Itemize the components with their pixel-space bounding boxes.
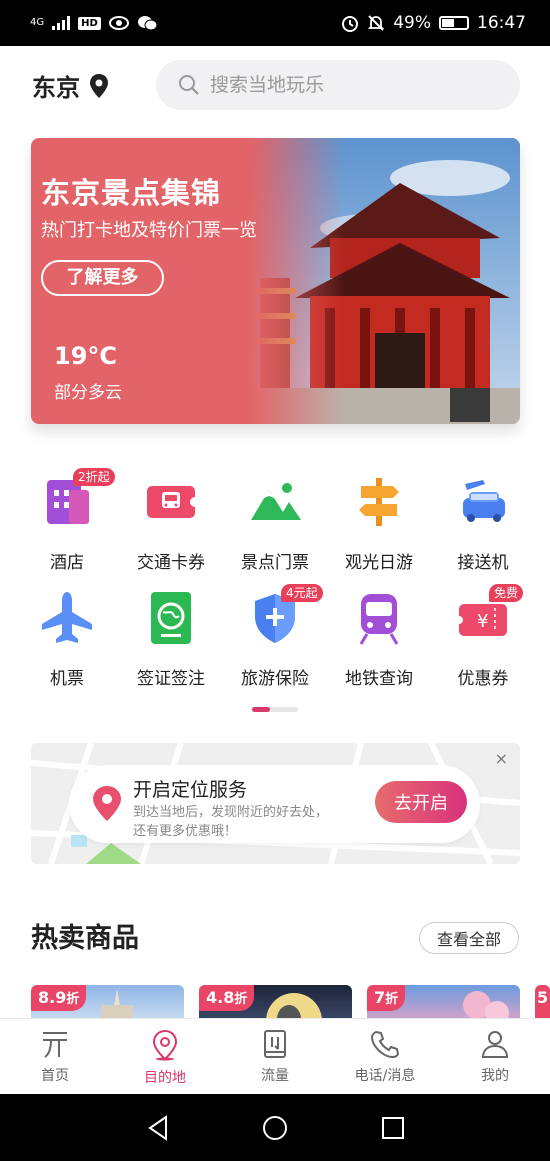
banner-title: 东京景点集锦 — [41, 176, 222, 210]
product-card[interactable]: 7折 — [367, 985, 520, 1021]
view-all-button[interactable]: 查看全部 — [419, 922, 519, 954]
product-card[interactable]: 5 — [535, 985, 550, 1021]
home-icon — [43, 1032, 67, 1058]
city-selector[interactable]: 东京 — [32, 68, 110, 103]
category-label: 接送机 — [457, 553, 509, 573]
tab-data[interactable]: 流量 — [220, 1029, 330, 1085]
enable-location-button[interactable]: 去开启 — [375, 781, 467, 823]
promo-banner[interactable]: 东京景点集锦 热门打卡地及特价门票一览 了解更多 19°C 部分多云 — [31, 138, 520, 424]
subway-icon — [359, 594, 399, 645]
tab-destination[interactable]: 目的地 — [110, 1029, 220, 1087]
system-nav-bar — [0, 1094, 550, 1161]
learn-more-button[interactable]: 了解更多 — [41, 260, 164, 296]
wechat-icon — [137, 16, 157, 31]
discount-tag: 5 — [535, 985, 550, 1011]
location-service-card: × 开启定位服务 到达当地后，发现附近的好去处， 还有更多优惠哦！ 去开启 — [31, 743, 520, 864]
temple-photo — [250, 138, 520, 424]
network-type: 4G — [30, 17, 45, 28]
category-label: 签证签注 — [137, 669, 205, 689]
location-description: 到达当地后，发现附近的好去处， 还有更多优惠哦！ — [133, 805, 329, 839]
airport-transfer-icon — [463, 480, 505, 522]
signpost-icon — [359, 478, 399, 526]
recents-icon[interactable] — [379, 1114, 407, 1142]
product-card[interactable]: 4.8折 — [199, 985, 352, 1021]
clock: 16:47 — [477, 13, 526, 33]
category-flight[interactable]: 机票 — [15, 590, 119, 689]
bottom-tab-bar: 首页 目的地 流量 电话/消息 我的 — [0, 1018, 550, 1094]
discount-tag: 8.9折 — [31, 985, 87, 1011]
category-label: 地铁查询 — [345, 669, 413, 689]
transit-ticket-icon — [147, 486, 200, 518]
category-insurance[interactable]: 4元起 旅游保险 — [223, 584, 327, 689]
battery-percent: 49% — [393, 13, 431, 33]
location-title: 开启定位服务 — [133, 779, 248, 801]
hot-section-title: 热卖商品 — [31, 923, 139, 954]
location-pin-icon — [152, 1029, 178, 1061]
category-badge: 免费 — [489, 584, 524, 602]
passport-icon — [151, 592, 191, 644]
category-badge: 4元起 — [281, 584, 323, 602]
category-label: 景点门票 — [241, 553, 309, 573]
category-label: 酒店 — [50, 553, 84, 573]
data-card-icon — [264, 1030, 286, 1058]
svg-text:¥: ¥ — [477, 611, 488, 632]
category-subway[interactable]: 地铁查询 — [327, 590, 431, 689]
signal-icon — [52, 16, 71, 30]
status-bar: 4G HD 49% 16:47 — [0, 0, 550, 46]
location-pin-icon — [90, 73, 108, 98]
category-badge: 2折起 — [73, 468, 115, 486]
search-icon — [179, 75, 199, 95]
category-transit[interactable]: 交通卡券 — [119, 474, 223, 573]
category-daytour[interactable]: 观光日游 — [327, 474, 431, 573]
category-label: 机票 — [50, 669, 84, 689]
home-circle-icon[interactable] — [261, 1114, 289, 1142]
tab-phone[interactable]: 电话/消息 — [330, 1029, 440, 1085]
tab-label: 流量 — [261, 1068, 289, 1084]
alarm-icon — [342, 16, 359, 32]
header: 东京 — [0, 58, 550, 110]
page-indicator — [252, 707, 298, 712]
tab-label: 首页 — [41, 1068, 69, 1084]
back-icon[interactable] — [144, 1114, 172, 1142]
profile-icon — [481, 1031, 509, 1058]
tab-label: 目的地 — [144, 1070, 186, 1086]
category-attraction[interactable]: 景点门票 — [223, 474, 327, 573]
location-prompt: 开启定位服务 到达当地后，发现附近的好去处， 还有更多优惠哦！ 去开启 — [69, 765, 480, 843]
mountain-icon — [251, 483, 301, 520]
close-icon[interactable]: × — [495, 749, 508, 768]
battery-icon — [439, 16, 469, 30]
phone-icon — [370, 1030, 400, 1059]
weather-condition: 部分多云 — [54, 383, 122, 403]
tab-label: 我的 — [481, 1068, 509, 1084]
category-label: 优惠券 — [457, 669, 509, 689]
temperature: 19°C — [54, 342, 118, 370]
airplane-icon — [42, 592, 92, 643]
search-input[interactable] — [210, 74, 490, 96]
product-card[interactable]: 8.9折 — [31, 985, 184, 1021]
discount-tag: 4.8折 — [199, 985, 255, 1011]
category-transfer[interactable]: 接送机 — [431, 474, 535, 573]
category-coupon[interactable]: ¥ 免费 优惠券 — [431, 584, 535, 689]
eye-icon — [108, 16, 129, 30]
category-hotel[interactable]: 2折起 酒店 — [15, 468, 119, 573]
discount-tag: 7折 — [367, 985, 406, 1011]
category-visa[interactable]: 签证签注 — [119, 590, 223, 689]
hd-badge: HD — [78, 16, 101, 30]
location-pin-icon — [93, 786, 121, 821]
category-label: 观光日游 — [345, 553, 413, 573]
tab-profile[interactable]: 我的 — [440, 1029, 550, 1085]
search-bar[interactable] — [156, 60, 520, 110]
banner-subtitle: 热门打卡地及特价门票一览 — [41, 220, 257, 241]
mute-bell-icon — [368, 15, 385, 31]
tab-home[interactable]: 首页 — [0, 1029, 110, 1085]
tab-label: 电话/消息 — [354, 1068, 416, 1084]
category-label: 交通卡券 — [137, 553, 205, 573]
city-name: 东京 — [32, 74, 80, 102]
category-label: 旅游保险 — [241, 669, 309, 689]
